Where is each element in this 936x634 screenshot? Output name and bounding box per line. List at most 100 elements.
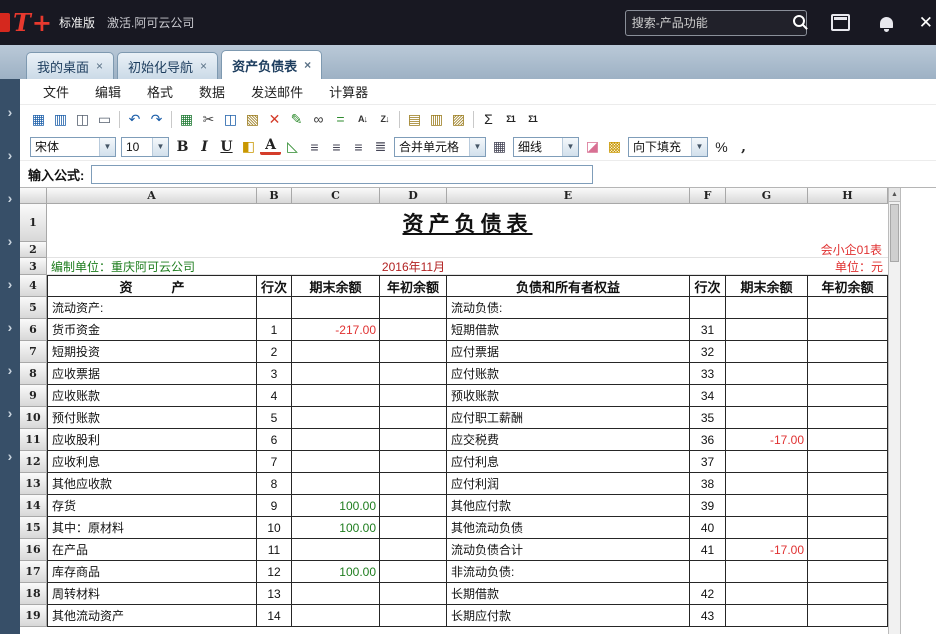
cell-c16[interactable] xyxy=(292,539,380,561)
title-cell[interactable]: 资产负债表 xyxy=(47,204,888,242)
column-header-a[interactable]: A xyxy=(47,188,257,204)
cell-d14[interactable] xyxy=(380,495,447,517)
cell-e7[interactable]: 应付票据 xyxy=(447,341,690,363)
cell-h15[interactable] xyxy=(808,517,888,539)
cell-c15[interactable]: 100.00 xyxy=(292,517,380,539)
search-input[interactable] xyxy=(625,15,793,30)
column-header-f[interactable]: F xyxy=(690,188,726,204)
cell-c17[interactable]: 100.00 xyxy=(292,561,380,583)
cell-c11[interactable] xyxy=(292,429,380,451)
cell-e5[interactable]: 流动负债: xyxy=(447,297,690,319)
cell-g9[interactable] xyxy=(726,385,808,407)
autosum-icon[interactable]: Σ xyxy=(478,109,499,129)
diagonal-line-icon[interactable]: ◺ xyxy=(282,137,303,157)
cell-b17[interactable]: 12 xyxy=(257,561,292,583)
align-justify-icon[interactable]: ≣ xyxy=(370,137,391,157)
cell-f17[interactable] xyxy=(690,561,726,583)
cell-h5[interactable] xyxy=(808,297,888,319)
column-header-d[interactable]: D xyxy=(380,188,447,204)
cell-f18[interactable]: 42 xyxy=(690,583,726,605)
expand-chevron-icon[interactable]: › xyxy=(8,449,13,463)
cell-h9[interactable] xyxy=(808,385,888,407)
cell-a11[interactable]: 应收股利 xyxy=(47,429,257,451)
tab-init-navigation[interactable]: 初始化导航 × xyxy=(117,52,219,79)
row-header-15[interactable]: 15 xyxy=(20,517,47,539)
cell-h14[interactable] xyxy=(808,495,888,517)
vertical-scrollbar[interactable]: ▲ xyxy=(888,188,901,634)
cell-format-icon[interactable]: ▩ xyxy=(604,137,625,157)
cell-g14[interactable] xyxy=(726,495,808,517)
chevron-down-icon[interactable]: ▼ xyxy=(99,137,115,156)
table-header-cell[interactable]: 期末余额 xyxy=(292,275,380,297)
copy-icon[interactable]: ◫ xyxy=(220,109,241,129)
italic-icon[interactable]: I xyxy=(194,137,215,157)
row-header-10[interactable]: 10 xyxy=(20,407,47,429)
cut-icon[interactable]: ✂ xyxy=(198,109,219,129)
cell-c6[interactable]: -217.00 xyxy=(292,319,380,341)
cell-a13[interactable]: 其他应收款 xyxy=(47,473,257,495)
row-header-3[interactable]: 3 xyxy=(20,258,47,275)
cell-g8[interactable] xyxy=(726,363,808,385)
cell-g12[interactable] xyxy=(726,451,808,473)
formula-input[interactable] xyxy=(91,164,594,184)
row-header-1[interactable]: 1 xyxy=(20,204,47,242)
cell-b19[interactable]: 14 xyxy=(257,605,292,627)
cell-d8[interactable] xyxy=(380,363,447,385)
bold-icon[interactable]: B xyxy=(172,137,193,157)
cell-g6[interactable] xyxy=(726,319,808,341)
row-header-2[interactable]: 2 xyxy=(20,242,47,258)
expand-chevron-icon[interactable]: › xyxy=(8,406,13,420)
sum-rows-icon[interactable]: Σ1 xyxy=(500,109,521,129)
expand-chevron-icon[interactable]: › xyxy=(8,277,13,291)
select-all-corner[interactable] xyxy=(20,188,47,204)
cell-g16[interactable]: -17.00 xyxy=(726,539,808,561)
scrollbar-thumb[interactable] xyxy=(890,204,899,262)
row-header-16[interactable]: 16 xyxy=(20,539,47,561)
report-code-cell[interactable]: 会小企01表 xyxy=(47,242,888,258)
cell-e15[interactable]: 其他流动负债 xyxy=(447,517,690,539)
paste-format-icon[interactable]: ▨ xyxy=(448,109,469,129)
row-header-6[interactable]: 6 xyxy=(20,319,47,341)
cell-b11[interactable]: 6 xyxy=(257,429,292,451)
cell-h16[interactable] xyxy=(808,539,888,561)
row-header-19[interactable]: 19 xyxy=(20,605,47,627)
cell-b15[interactable]: 10 xyxy=(257,517,292,539)
cell-h18[interactable] xyxy=(808,583,888,605)
cell-a9[interactable]: 应收账款 xyxy=(47,385,257,407)
cell-c8[interactable] xyxy=(292,363,380,385)
cell-e19[interactable]: 长期应付款 xyxy=(447,605,690,627)
cell-b14[interactable]: 9 xyxy=(257,495,292,517)
cell-f7[interactable]: 32 xyxy=(690,341,726,363)
cell-g18[interactable] xyxy=(726,583,808,605)
row-header-13[interactable]: 13 xyxy=(20,473,47,495)
cell-a17[interactable]: 库存商品 xyxy=(47,561,257,583)
report-meta-cell[interactable]: 编制单位：重庆阿可云公司 2016年11月 单位：元 xyxy=(47,258,888,275)
chevron-down-icon[interactable]: ▼ xyxy=(152,137,168,156)
cell-c19[interactable] xyxy=(292,605,380,627)
column-header-h[interactable]: H xyxy=(808,188,888,204)
align-left-icon[interactable]: ≡ xyxy=(304,137,325,157)
cell-h17[interactable] xyxy=(808,561,888,583)
expand-chevron-icon[interactable]: › xyxy=(8,148,13,162)
formula-check-icon[interactable]: = xyxy=(330,109,351,129)
row-header-7[interactable]: 7 xyxy=(20,341,47,363)
notification-bell-icon[interactable] xyxy=(879,17,893,32)
table-header-cell[interactable]: 年初余额 xyxy=(380,275,447,297)
sum-cols-icon[interactable]: Σ1 xyxy=(522,109,543,129)
column-header-g[interactable]: G xyxy=(726,188,808,204)
cell-b13[interactable]: 8 xyxy=(257,473,292,495)
cell-b10[interactable]: 5 xyxy=(257,407,292,429)
close-icon[interactable]: ✕ xyxy=(919,13,933,33)
cell-f6[interactable]: 31 xyxy=(690,319,726,341)
cell-h7[interactable] xyxy=(808,341,888,363)
align-right-icon[interactable]: ≡ xyxy=(348,137,369,157)
cell-b5[interactable] xyxy=(257,297,292,319)
cell-d19[interactable] xyxy=(380,605,447,627)
cell-b9[interactable]: 4 xyxy=(257,385,292,407)
font-color-icon[interactable]: A xyxy=(260,137,281,155)
cell-g10[interactable] xyxy=(726,407,808,429)
row-header-4[interactable]: 4 xyxy=(20,275,47,297)
menu-data[interactable]: 数据 xyxy=(186,82,238,101)
cell-f15[interactable]: 40 xyxy=(690,517,726,539)
comma-icon[interactable]: , xyxy=(733,137,754,157)
